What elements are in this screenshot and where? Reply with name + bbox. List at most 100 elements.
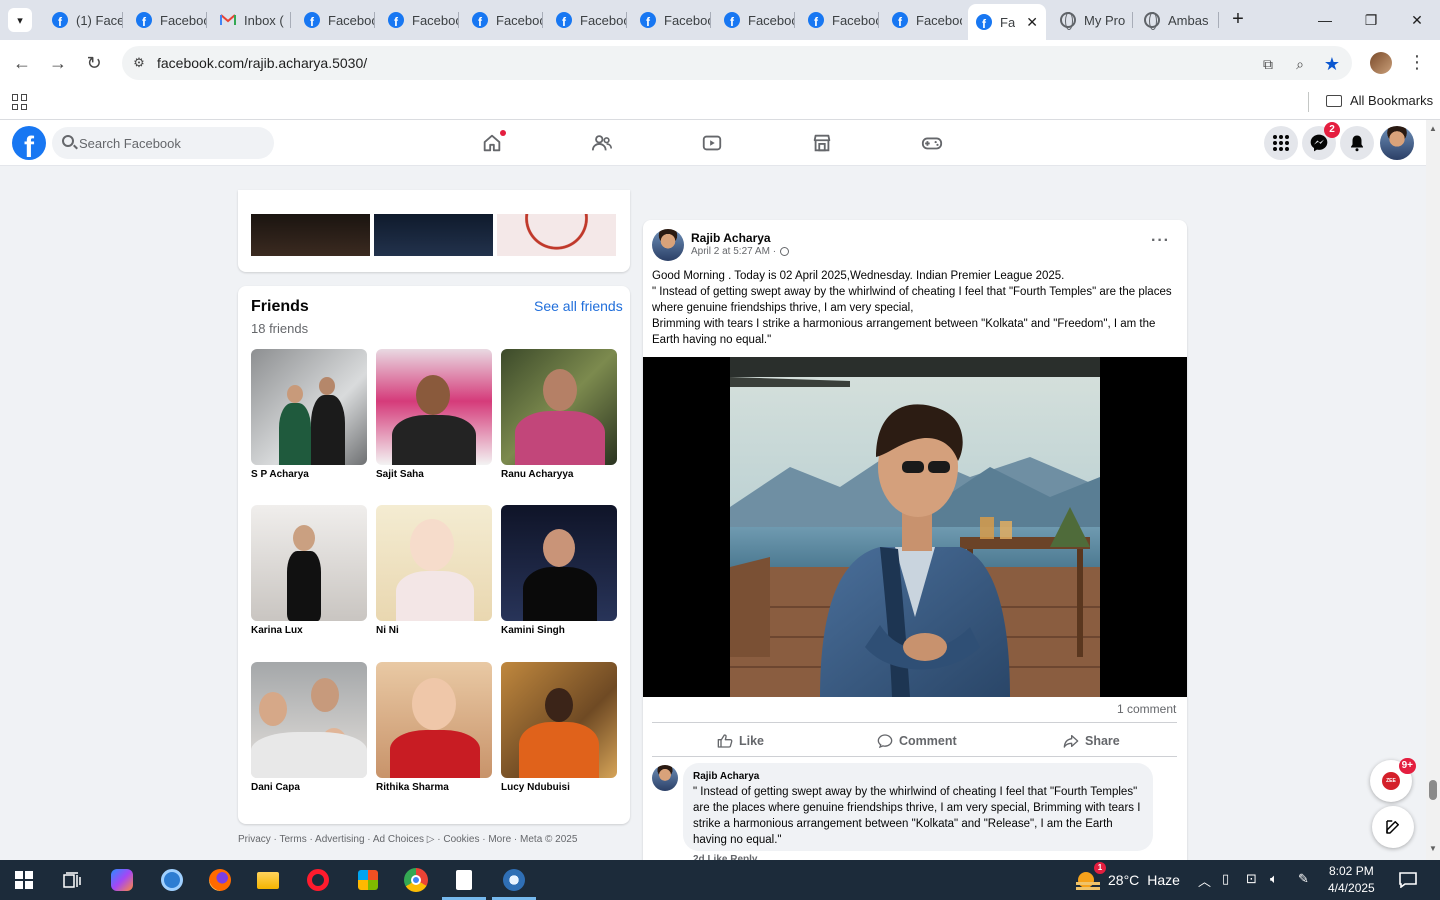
browser-tab[interactable]: f Facebook: [464, 6, 542, 34]
post-options-button[interactable]: ···: [1151, 232, 1170, 250]
nav-home[interactable]: [472, 128, 512, 158]
opera-taskbar-button[interactable]: [304, 866, 332, 894]
browser-tab[interactable]: My Pro: [1052, 6, 1130, 34]
comment-button[interactable]: Comment: [877, 730, 957, 752]
weather-widget[interactable]: 1 28°C Haze: [1076, 862, 1180, 890]
friend-photo[interactable]: [251, 349, 367, 465]
friend-name[interactable]: Ranu Acharyya: [501, 469, 617, 480]
friend-tile[interactable]: Sajit Saha: [376, 349, 492, 480]
friend-tile[interactable]: Ranu Acharyya: [501, 349, 617, 480]
friend-photo[interactable]: [376, 349, 492, 465]
photo-thumbnail[interactable]: [497, 214, 616, 256]
see-all-friends-link[interactable]: See all friends: [534, 298, 623, 314]
nav-gaming[interactable]: [912, 128, 952, 158]
volume-icon[interactable]: 🔈︎: [1270, 871, 1278, 887]
active-app-taskbar-button[interactable]: [500, 866, 528, 894]
network-icon[interactable]: ⊡: [1246, 871, 1257, 887]
battery-icon[interactable]: ▯: [1222, 871, 1229, 887]
menu-button[interactable]: [1264, 126, 1298, 160]
nav-video[interactable]: [692, 128, 732, 158]
store-taskbar-button[interactable]: [354, 866, 382, 894]
omnibox[interactable]: ⚙ facebook.com/rajib.acharya.5030/ ⧉ ⌕ ★: [122, 46, 1352, 80]
new-tab-button[interactable]: +: [1226, 8, 1250, 32]
friend-tile[interactable]: Lucy Ndubuisi: [501, 662, 617, 793]
reload-button[interactable]: ↻: [81, 50, 107, 76]
post-author-name[interactable]: Rajib Acharya: [691, 231, 771, 245]
friend-tile[interactable]: Rithika Sharma: [376, 662, 492, 793]
show-hidden-icons-chevron-icon[interactable]: ︿: [1198, 871, 1211, 890]
friend-name[interactable]: S P Acharya: [251, 469, 367, 480]
browser-tab[interactable]: f Facebook: [632, 6, 710, 34]
friend-photo[interactable]: [376, 505, 492, 621]
browser-tab[interactable]: f Facebook: [800, 6, 878, 34]
scroll-thumb[interactable]: [1429, 780, 1437, 800]
friend-photo[interactable]: [501, 662, 617, 778]
comment-count-link[interactable]: 1 comment: [1117, 702, 1176, 716]
scroll-down-arrow-icon[interactable]: ▼: [1429, 844, 1437, 853]
friend-name[interactable]: Karina Lux: [251, 625, 367, 636]
friend-photo[interactable]: [251, 662, 367, 778]
notepad-taskbar-button[interactable]: [450, 866, 478, 894]
friend-tile[interactable]: Ni Ni: [376, 505, 492, 636]
search-input[interactable]: [79, 127, 269, 159]
restore-button[interactable]: ❐: [1348, 0, 1394, 40]
messenger-button[interactable]: 2: [1302, 122, 1340, 160]
news-chat-head[interactable]: ZEE NEWS 9+: [1370, 758, 1416, 802]
friend-tile[interactable]: Kamini Singh: [501, 505, 617, 636]
photo-thumbnail[interactable]: [251, 214, 370, 256]
nav-marketplace[interactable]: [802, 128, 842, 158]
new-message-button[interactable]: [1372, 806, 1414, 848]
share-button[interactable]: Share: [1063, 730, 1120, 752]
scroll-up-arrow-icon[interactable]: ▲: [1429, 124, 1437, 133]
site-info-icon[interactable]: ⚙: [130, 54, 148, 72]
friend-photo[interactable]: [251, 505, 367, 621]
friend-name[interactable]: Rithika Sharma: [376, 782, 492, 793]
friend-name[interactable]: Lucy Ndubuisi: [501, 782, 617, 793]
minimize-button[interactable]: —: [1302, 0, 1348, 40]
app-taskbar-button[interactable]: [158, 866, 186, 894]
browser-tab[interactable]: Inbox (: [212, 6, 290, 34]
post-timestamp[interactable]: April 2 at 5:27 AM ·: [691, 246, 790, 257]
friend-tile[interactable]: Dani Capa: [251, 662, 367, 793]
zoom-icon[interactable]: ⌕: [1290, 54, 1310, 74]
system-clock[interactable]: 8:02 PM 4/4/2025: [1328, 863, 1375, 897]
url-text[interactable]: facebook.com/rajib.acharya.5030/: [157, 55, 367, 71]
start-button[interactable]: [10, 866, 38, 894]
browser-tab[interactable]: Ambas: [1136, 6, 1216, 34]
friend-tile[interactable]: S P Acharya: [251, 349, 367, 480]
forward-button[interactable]: →: [45, 50, 71, 76]
browser-tab[interactable]: f Facebook: [716, 6, 794, 34]
notifications-button[interactable]: [1340, 126, 1374, 160]
chrome-taskbar-button[interactable]: [402, 866, 430, 894]
close-window-button[interactable]: ✕: [1394, 0, 1440, 40]
footer-links[interactable]: Privacy · Terms · Advertising · Ad Choic…: [238, 834, 577, 845]
account-avatar[interactable]: [1380, 126, 1414, 160]
close-tab-icon[interactable]: ✕: [1026, 14, 1038, 31]
friend-tile[interactable]: Karina Lux: [251, 505, 367, 636]
bookmark-star-icon[interactable]: ★: [1322, 54, 1342, 74]
browser-tab[interactable]: f (1) Face: [44, 6, 122, 34]
firefox-taskbar-button[interactable]: [206, 866, 234, 894]
task-view-button[interactable]: [58, 866, 86, 894]
post-image[interactable]: [643, 357, 1187, 697]
browser-tab[interactable]: f Facebook: [884, 6, 962, 34]
browser-tab[interactable]: f Facebook: [128, 6, 206, 34]
browser-tab[interactable]: f Facebook: [380, 6, 458, 34]
browser-tab[interactable]: f Facebook: [548, 6, 626, 34]
back-button[interactable]: ←: [9, 50, 35, 76]
nav-friends[interactable]: [582, 128, 622, 158]
browser-tab-active[interactable]: f Fa ✕: [968, 4, 1046, 40]
file-explorer-taskbar-button[interactable]: [254, 866, 282, 894]
page-scrollbar[interactable]: ▲ ▼: [1426, 120, 1440, 860]
friend-photo[interactable]: [376, 662, 492, 778]
copilot-taskbar-button[interactable]: [108, 866, 136, 894]
install-app-icon[interactable]: ⧉: [1258, 54, 1278, 74]
friend-name[interactable]: Ni Ni: [376, 625, 492, 636]
friend-photo[interactable]: [501, 349, 617, 465]
notification-center-button[interactable]: [1394, 866, 1422, 894]
all-bookmarks-button[interactable]: All Bookmarks: [1326, 93, 1433, 108]
photo-thumbnail[interactable]: [374, 214, 493, 256]
commenter-avatar[interactable]: [652, 765, 678, 791]
browser-menu-icon[interactable]: ⋮: [1408, 52, 1426, 73]
facebook-logo-icon[interactable]: f: [12, 126, 46, 160]
